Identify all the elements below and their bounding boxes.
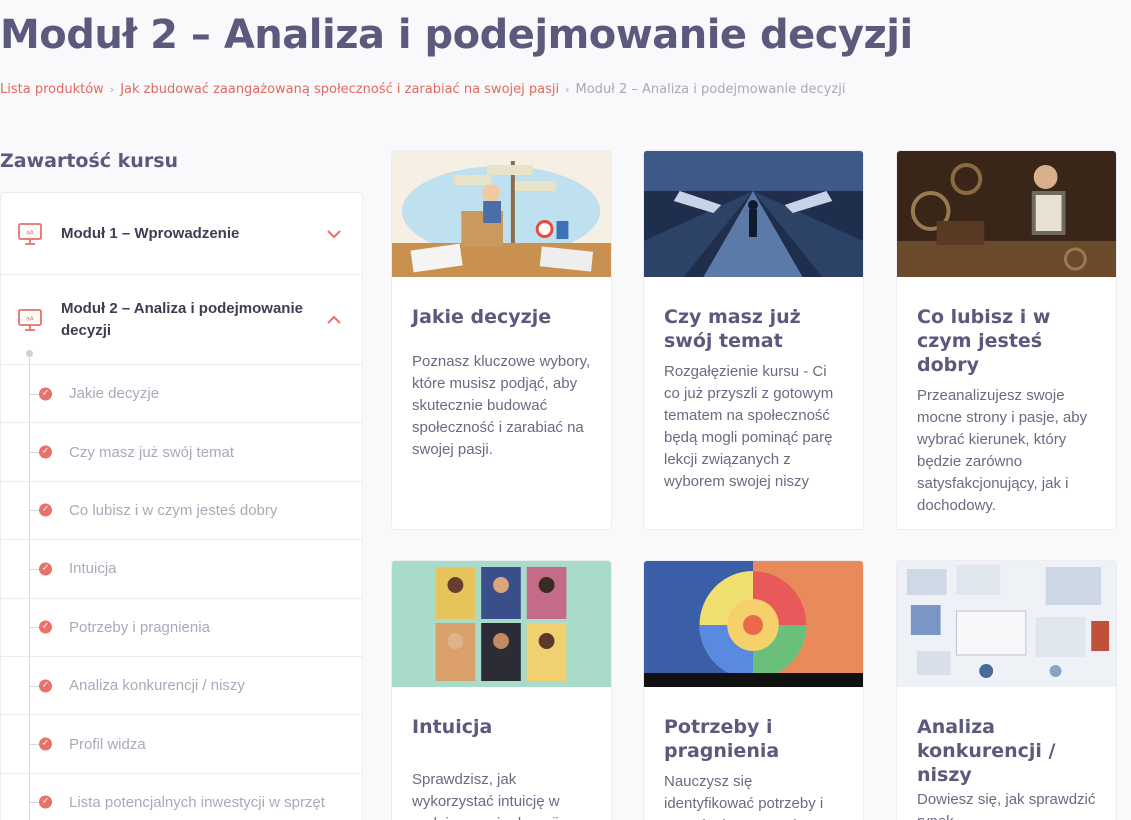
lesson-list: ✓ Jakie decyzje ✓ Czy masz już swój tema… bbox=[1, 350, 362, 820]
module-1-toggle[interactable]: aA Moduł 1 – Wprowadzenie bbox=[1, 193, 362, 275]
card-description: Nauczysz się identyfikować potrzeby i pr… bbox=[664, 773, 824, 820]
presentation-icon: aA bbox=[18, 308, 42, 331]
check-icon: ✓ bbox=[39, 737, 52, 751]
lesson-card[interactable]: Analiza konkurencji / niszy Dowiesz się,… bbox=[896, 560, 1117, 820]
check-icon: ✓ bbox=[39, 795, 52, 809]
module-label: Moduł 2 – Analiza i podejmowanie decyzji bbox=[61, 299, 303, 339]
svg-text:aA: aA bbox=[26, 229, 35, 236]
lesson-card[interactable]: Czy masz już swój temat Rozgałęzienie ku… bbox=[643, 150, 864, 530]
timeline-connector bbox=[29, 452, 39, 454]
breadcrumb-link-products[interactable]: Lista produktów bbox=[0, 82, 104, 97]
lesson-item[interactable]: ✓ Czy masz już swój temat bbox=[1, 423, 362, 482]
module-label: Moduł 1 – Wprowadzenie bbox=[61, 224, 240, 242]
breadcrumb-separator: › bbox=[565, 83, 570, 96]
lesson-thumbnail bbox=[392, 151, 611, 277]
lesson-label: Potrzeby i pragnienia bbox=[69, 618, 210, 636]
lesson-label: Analiza konkurencji / niszy bbox=[69, 677, 245, 695]
lesson-card[interactable]: Jakie decyzje Poznasz kluczowe wybory, k… bbox=[391, 150, 612, 530]
card-description: Poznasz kluczowe wybory, które musisz po… bbox=[412, 353, 591, 458]
lesson-label: Co lubisz i w czym jesteś dobry bbox=[69, 501, 278, 519]
lesson-label: Jakie decyzje bbox=[69, 385, 160, 403]
chevron-down-icon[interactable] bbox=[326, 229, 342, 239]
lesson-card[interactable]: Intuicja Sprawdzisz, jak wykorzystać int… bbox=[391, 560, 612, 820]
svg-text:aA: aA bbox=[26, 315, 35, 322]
timeline-connector bbox=[29, 393, 39, 395]
card-description: Rozgałęzienie kursu - Ci co już przyszli… bbox=[664, 363, 834, 490]
lesson-item[interactable]: ✓ Profil widza bbox=[1, 715, 362, 774]
timeline-connector bbox=[29, 568, 39, 570]
lesson-item[interactable]: ✓ Intuicja bbox=[1, 540, 362, 599]
timeline-connector bbox=[29, 627, 39, 629]
course-sidebar: aA Moduł 1 – Wprowadzenie aA Moduł 2 – A… bbox=[0, 192, 363, 820]
check-icon: ✓ bbox=[39, 445, 52, 459]
chevron-up-icon[interactable] bbox=[326, 315, 342, 325]
lesson-label: Intuicja bbox=[69, 560, 117, 578]
breadcrumb-separator: › bbox=[109, 83, 115, 96]
card-title: Czy masz już swój temat bbox=[664, 306, 801, 352]
sidebar-heading: Zawartość kursu bbox=[0, 150, 179, 172]
check-icon: ✓ bbox=[39, 562, 52, 576]
page-title: Moduł 2 – Analiza i podejmowanie decyzji bbox=[0, 12, 913, 58]
check-icon: ✓ bbox=[39, 679, 52, 693]
breadcrumb-link-course[interactable]: Jak zbudować zaangażowaną społeczność i … bbox=[120, 82, 559, 97]
lesson-item[interactable]: ✓ Lista potencjalnych inwestycji w sprzę… bbox=[1, 774, 362, 820]
timeline-connector bbox=[29, 802, 39, 804]
timeline-connector bbox=[29, 510, 39, 512]
card-description: Przeanalizujesz swoje mocne strony i pas… bbox=[917, 387, 1088, 514]
card-title: Jakie decyzje bbox=[412, 306, 552, 328]
lesson-item[interactable]: ✓ Potrzeby i pragnienia bbox=[1, 599, 362, 657]
timeline-dot bbox=[26, 350, 33, 357]
lesson-thumbnail bbox=[392, 561, 611, 687]
lesson-label: Lista potencjalnych inwestycji w sprzęt bbox=[69, 793, 325, 811]
card-title: Intuicja bbox=[412, 716, 493, 738]
lesson-item[interactable]: ✓ Analiza konkurencji / niszy bbox=[1, 657, 362, 716]
card-title: Analiza konkurencji / niszy bbox=[917, 716, 1056, 786]
lesson-card[interactable]: Potrzeby i pragnienia Nauczysz się ident… bbox=[643, 560, 864, 820]
card-description: Sprawdzisz, jak wykorzystać intuicję w p… bbox=[412, 771, 560, 820]
lesson-thumbnail bbox=[644, 561, 863, 687]
module-2-toggle[interactable]: aA Moduł 2 – Analiza i podejmowanie decy… bbox=[1, 275, 362, 365]
card-title: Potrzeby i pragnienia bbox=[664, 716, 780, 762]
lesson-item[interactable]: ✓ Jakie decyzje bbox=[1, 365, 362, 424]
timeline-connector bbox=[29, 744, 39, 746]
lesson-thumbnail bbox=[897, 561, 1116, 687]
timeline-connector bbox=[29, 685, 39, 687]
card-title: Co lubisz i w czym jesteś dobry bbox=[917, 306, 1051, 376]
lesson-card[interactable]: Co lubisz i w czym jesteś dobry Przeanal… bbox=[896, 150, 1117, 530]
lesson-label: Profil widza bbox=[69, 735, 146, 753]
check-icon: ✓ bbox=[39, 503, 52, 517]
lesson-thumbnail bbox=[644, 151, 863, 277]
check-icon: ✓ bbox=[39, 387, 52, 401]
breadcrumb-current: Moduł 2 – Analiza i podejmowanie decyzji bbox=[575, 82, 846, 97]
lesson-thumbnail bbox=[897, 151, 1116, 277]
presentation-icon: aA bbox=[18, 222, 42, 245]
card-description: Dowiesz się, jak sprawdzić rynek bbox=[917, 791, 1096, 820]
lesson-item[interactable]: ✓ Co lubisz i w czym jesteś dobry bbox=[1, 482, 362, 541]
breadcrumb: Lista produktów › Jak zbudować zaangażowan… bbox=[0, 82, 845, 97]
check-icon: ✓ bbox=[39, 620, 52, 634]
lesson-label: Czy masz już swój temat bbox=[69, 443, 235, 461]
